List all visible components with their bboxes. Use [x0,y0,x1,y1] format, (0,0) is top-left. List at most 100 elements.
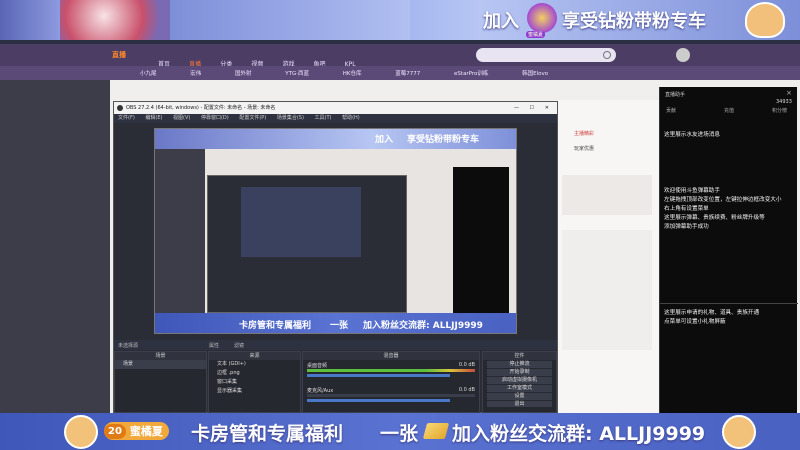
preview-banner-text: 加入 [375,135,394,145]
chat-line: 这里展示水友进场消息 [664,132,720,138]
virtual-camera-button[interactable]: 启动虚拟摄像机 [487,377,552,384]
category-tab[interactable]: eStarPro训练 [454,71,488,77]
room-side-panel: 主播精彩 玩家优惠 [558,100,659,413]
gift-line: 点菜单可设置小礼物屏蔽 [664,319,726,325]
preview-bottom-text: 卡房管和专属福利 [239,321,312,331]
volume-slider[interactable] [307,374,450,377]
scene-item[interactable]: 场景 [115,360,206,369]
col-contribution[interactable]: 贡献 [666,107,676,114]
top-banner: 加入 蜜橘夏 享受钻粉带粉专车 [0,0,800,40]
source-item[interactable]: 边框 .png [209,369,300,378]
category-tab[interactable]: 国外射 [235,71,252,77]
notice-label: 主播精彩 [574,131,595,137]
filters-button[interactable]: 滤镜 [234,342,244,349]
exit-button[interactable]: 退出 [487,401,552,407]
controls-dock: 控件 停止推流 开始录制 启动虚拟摄像机 工作室模式 设置 退出 [482,351,557,413]
volume-slider[interactable] [307,399,450,402]
menu-item[interactable]: 配置文件(P) [239,115,266,121]
category-bar: 小九尾 宏伟 国外射 YTG·西蓝 HK仓库 蓝莓7777 eStarPro训练… [0,66,800,80]
site-logo[interactable]: 直播 [112,50,126,60]
chat-line: 左键拖拽顶部改变位置，左键拉伸边框改变大小 [664,197,782,203]
bottom-join: 加入粉丝交流群: ALLJJ9999 [452,423,706,445]
source-item[interactable]: 文本 (GDI+) [209,360,300,369]
danmaku-assistant-panel[interactable]: 直播助手 × 贡献 充值 积分榜 34933 这里展示水友进场消息 欢迎使用斗鱼… [659,87,798,413]
scenes-dock: 场景 场景 [114,351,207,413]
category-tab[interactable]: 宏伟 [190,71,201,77]
menu-item[interactable]: 工具(T) [315,115,332,121]
avatar[interactable] [676,48,690,62]
banner-badge-label: 蜜橘夏 [526,31,546,38]
banner-enjoy-text: 享受钻粉带粉专车 [562,11,706,32]
mixer-channel-db: 0.0 dB [458,387,475,393]
menu-item[interactable]: 帮助(H) [342,115,360,121]
obs-title: OBS 27.2.4 (64-bit, windows) - 配置文件: 未命名… [126,105,276,111]
col-rank[interactable]: 积分榜 [772,107,787,114]
volume-meter [307,369,475,372]
chat-line: 欢迎使用斗鱼弹幕助手 [664,188,720,194]
close-icon[interactable]: × [786,89,792,97]
category-tab[interactable]: YTG·西蓝 [285,71,309,77]
obs-window[interactable]: OBS 27.2.4 (64-bit, windows) - 配置文件: 未命名… [113,101,558,413]
sources-header: 来源 [209,352,300,360]
chat-line: 这里展示弹幕、贵族续费、粉丝牌升级等 [664,215,765,221]
search-icon[interactable] [603,51,611,59]
sources-dock: 来源 文本 (GDI+) 边框 .png 窗口采集 显示器采集 [208,351,301,413]
bottom-banner: 20 蜜橘夏 卡房管和专属福利 一张 加入粉丝交流群: ALLJJ9999 [0,413,800,450]
maximize-icon[interactable]: ☐ [530,102,534,114]
badge-name: 蜜橘夏 [129,425,163,438]
source-item[interactable]: 显示器采集 [209,387,300,396]
studio-mode-button[interactable]: 工作室模式 [487,385,552,392]
close-icon[interactable]: ✕ [545,102,549,114]
diamond-badge-icon [527,3,557,33]
bottom-title: 卡房管和专属福利 [191,423,344,445]
menu-item[interactable]: 场景集合(S) [277,115,304,121]
mixer-channel-name: 桌面音频 [307,363,328,369]
cat-mascot-icon [64,415,98,449]
chat-line: 添加弹幕助手成功 [664,224,709,230]
category-tab[interactable]: 韩国Elovo [522,71,548,77]
obs-menubar: 文件(F) 编辑(E) 视图(V) 停靠窗口(D) 配置文件(P) 场景集合(S… [114,114,557,123]
viewer-count: 34933 [776,99,792,105]
mixer-header: 混音器 [303,352,479,360]
left-sidebar [0,80,110,413]
scenes-header: 场景 [115,352,206,360]
preview-bottom-join: 加入粉丝交流群: ALLJJ9999 [363,321,483,331]
banner-join-text: 加入 [483,11,519,32]
preview-banner-text-2: 享受钻粉带粉专车 [407,135,480,145]
source-item[interactable]: 窗口采集 [209,378,300,387]
level-number: 20 [104,423,126,439]
menu-item[interactable]: 停靠窗口(D) [201,115,229,121]
menu-item[interactable]: 编辑(E) [145,115,162,121]
obs-titlebar[interactable]: OBS 27.2.4 (64-bit, windows) - 配置文件: 未命名… [114,102,557,114]
gift-line: 这里展示申请的礼物、道具、贵族开通 [664,310,760,316]
cat-mascot-icon [745,2,785,38]
preview-bottom-one: 一张 [330,321,349,331]
obs-preview[interactable]: 加入 享受钻粉带粉专车 卡房管和专属福利 一张 加入粉丝交流群: ALLJJ99… [154,128,517,334]
ticket-icon [422,423,450,439]
mixer-dock: 混音器 桌面音频 0.0 dB 麦克风/Aux 0.0 dB [302,351,480,413]
site-header: 直播 首页 直播 分类 视频 游戏 鱼吧 KPL [0,44,800,68]
controls-header: 控件 [483,352,556,360]
level-badge: 20 蜜橘夏 [104,422,169,440]
panel-title: 直播助手 [665,92,686,98]
menu-item[interactable]: 视图(V) [173,115,190,121]
minimize-icon[interactable]: — [514,102,519,114]
search-input[interactable] [476,48,616,62]
notice-label-2: 玩家优惠 [574,146,595,152]
category-tab[interactable]: 小九尾 [140,71,157,77]
volume-meter [307,394,475,397]
menu-item[interactable]: 文件(F) [118,115,135,121]
mixer-channel-name: 麦克风/Aux [307,388,334,394]
start-recording-button[interactable]: 开始录制 [487,369,552,376]
col-recharge[interactable]: 充值 [724,107,734,114]
chat-line: 右上角有设置菜单 [664,206,709,212]
settings-button[interactable]: 设置 [487,393,552,400]
anime-character-art [60,0,170,40]
category-tab[interactable]: 蓝莓7777 [395,71,420,77]
category-tab[interactable]: HK仓库 [343,71,362,77]
no-source-label: 未选择源 [118,343,139,349]
obs-app-icon [117,105,123,111]
stop-streaming-button[interactable]: 停止推流 [487,361,552,368]
bottom-one: 一张 [380,423,419,445]
properties-button[interactable]: 属性 [209,342,219,349]
